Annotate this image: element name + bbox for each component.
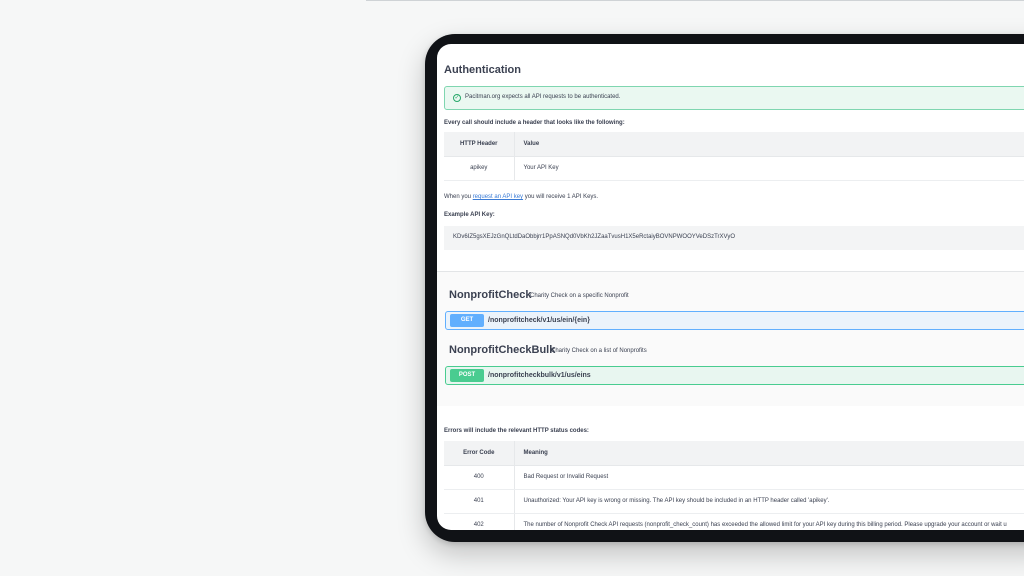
errors-intro: Errors will include the relevant HTTP st… [444, 428, 589, 434]
table-cell: apikey [444, 156, 515, 181]
api-docs-screen: Authentication ✓ Pacitman.org expects al… [437, 44, 1024, 530]
receive-keys-text: When you request an API key you will rec… [444, 194, 598, 200]
top-divider [366, 0, 1024, 1]
method-badge-post: POST [450, 369, 484, 382]
endpoint-path: /nonprofitcheck/v1/us/ein/{ein} [488, 317, 590, 324]
endpoint-path: /nonprofitcheckbulk/v1/us/eins [488, 372, 591, 379]
receive-prefix: When you [444, 194, 472, 200]
endpoint-description: Charity Check on a specific Nonprofit [530, 293, 629, 299]
table-row: 402 The number of Nonprofit Check API re… [444, 513, 1024, 530]
authentication-title: Authentication [444, 64, 521, 76]
table-cell: 402 [444, 513, 515, 530]
check-circle-icon: ✓ [453, 94, 461, 102]
column-header: HTTP Header [444, 132, 515, 157]
request-api-key-link[interactable]: request an API key [473, 194, 523, 200]
table-header-row: Error Code Meaning [444, 441, 1024, 466]
endpoint-description: Charity Check on a list of Nonprofits [551, 348, 647, 354]
table-row: apikey Your API Key [444, 156, 1024, 181]
column-header: Error Code [444, 441, 515, 466]
auth-notice: ✓ Pacitman.org expects all API requests … [444, 86, 1024, 110]
table-cell: 400 [444, 465, 515, 490]
table-cell: The number of Nonprofit Check API reques… [514, 513, 1024, 530]
endpoint-title-nonprofitcheckbulk: NonprofitCheckBulk [449, 344, 556, 356]
endpoint-title-nonprofitcheck: NonprofitCheck [449, 289, 532, 301]
errors-table: Error Code Meaning 400 Bad Request or In… [444, 441, 1024, 530]
column-header: Value [514, 132, 1024, 157]
table-header-row: HTTP Header Value [444, 132, 1024, 157]
table-row: 401 Unauthorized: Your API key is wrong … [444, 489, 1024, 514]
get-endpoint-row[interactable]: GET /nonprofitcheck/v1/us/ein/{ein} [445, 311, 1024, 330]
endpoints-section: NonprofitCheck Charity Check on a specif… [437, 272, 1024, 406]
receive-suffix: you will receive 1 API Keys. [524, 194, 599, 200]
header-instruction: Every call should include a header that … [444, 120, 625, 126]
notice-text: Pacitman.org expects all API requests to… [465, 94, 621, 100]
method-badge-get: GET [450, 314, 484, 327]
table-row: 400 Bad Request or Invalid Request [444, 465, 1024, 490]
table-cell: Unauthorized: Your API key is wrong or m… [514, 489, 1024, 514]
example-key-label: Example API Key: [444, 212, 495, 218]
table-cell: Bad Request or Invalid Request [514, 465, 1024, 490]
column-header: Meaning [514, 441, 1024, 466]
table-cell: Your API Key [514, 156, 1024, 181]
header-table: HTTP Header Value apikey Your API Key [444, 132, 1024, 181]
post-endpoint-row[interactable]: POST /nonprofitcheckbulk/v1/us/eins [445, 366, 1024, 385]
example-api-key: KDv6IZ5gsXEJzGnQLtdDaObbjrr1PpASNQd0VbKh… [444, 226, 1024, 250]
table-cell: 401 [444, 489, 515, 514]
